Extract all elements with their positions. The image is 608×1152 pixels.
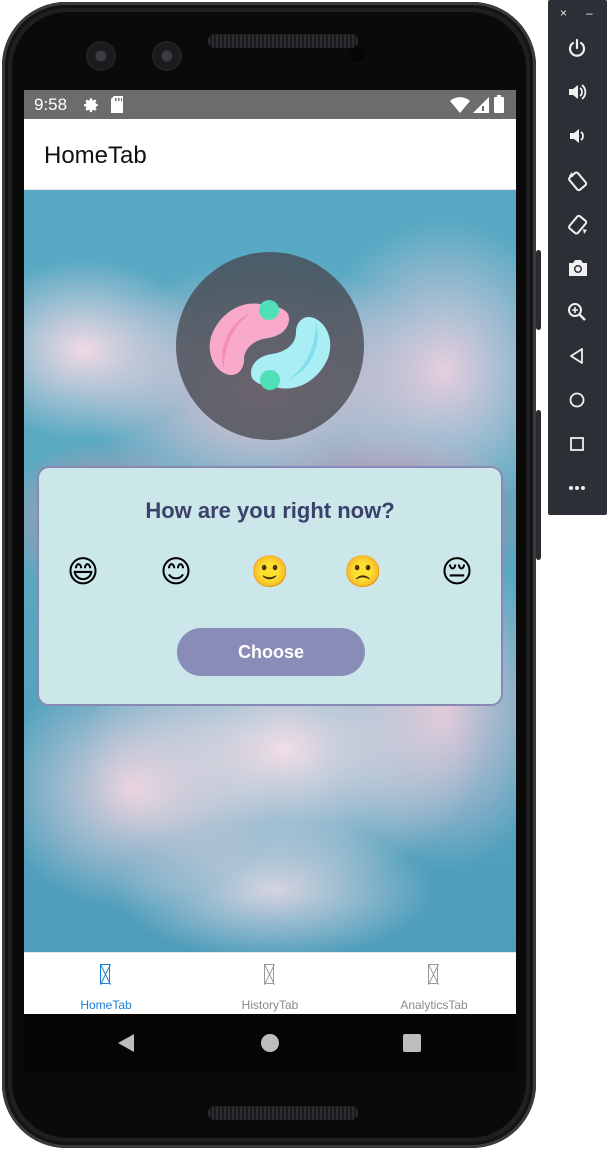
- volume-up-icon: [569, 84, 587, 100]
- mood-slightly-smiling-face[interactable]: 🙂: [250, 552, 290, 592]
- back-icon: [570, 348, 583, 364]
- rotate-right-button[interactable]: [548, 204, 607, 244]
- bottom-speaker: [208, 1106, 358, 1120]
- bottom-tab-bar: HomeTab HistoryTab AnalyticsTab: [24, 952, 516, 1014]
- missing-glyph-icon: [264, 964, 274, 984]
- emulator-more-button[interactable]: [548, 468, 607, 508]
- emulator-overview-button[interactable]: [548, 424, 607, 464]
- back-icon[interactable]: [116, 1033, 136, 1058]
- earpiece-speaker: [208, 34, 358, 48]
- zoom-button[interactable]: [548, 292, 607, 332]
- home-background: How are you right now? 😄 😊 🙂 🙁 😔 Choose: [24, 190, 516, 952]
- more-icon: [569, 486, 585, 490]
- app-logo: [176, 252, 364, 440]
- tab-history-label: HistoryTab: [241, 998, 299, 1012]
- sd-card-icon: [110, 96, 124, 118]
- mood-question: How are you right now?: [145, 498, 395, 523]
- zoom-icon: [568, 303, 586, 321]
- tab-history[interactable]: HistoryTab: [188, 953, 352, 1014]
- power-side-button: [536, 250, 541, 330]
- volume-down-button[interactable]: [548, 116, 607, 156]
- tab-home-label: HomeTab: [80, 998, 132, 1012]
- camera-icon: [569, 260, 587, 276]
- device-screen: 9:58 HomeTab How are you right now? 😄 😊 …: [24, 90, 516, 1014]
- mood-grinning-face[interactable]: 😄: [63, 552, 103, 592]
- mood-card: How are you right now? 😄 😊 🙂 🙁 😔 Choose: [37, 466, 503, 706]
- emulator-back-button[interactable]: [548, 336, 607, 376]
- battery-icon: [494, 95, 504, 118]
- emulator-toolbar: × –: [548, 0, 607, 515]
- page-title: HomeTab: [44, 142, 147, 169]
- rotate-right-icon: [568, 214, 588, 235]
- minimize-window-button[interactable]: –: [586, 6, 593, 20]
- choose-button[interactable]: Choose: [177, 628, 365, 676]
- mood-slightly-frowning-face[interactable]: 🙁: [343, 552, 383, 592]
- front-camera-right: [154, 43, 180, 69]
- signal-icon: [473, 97, 489, 118]
- power-button[interactable]: [548, 28, 607, 68]
- mood-pensive-face[interactable]: 😔: [437, 552, 477, 592]
- rotate-left-icon: [568, 171, 588, 192]
- volume-side-button: [536, 410, 541, 560]
- overview-icon: [570, 437, 584, 451]
- screenshot-button[interactable]: [548, 248, 607, 288]
- rotate-left-button[interactable]: [548, 160, 607, 200]
- gear-icon: [82, 96, 100, 119]
- mood-smiling-face[interactable]: 😊: [156, 552, 196, 592]
- proximity-sensor: [350, 48, 364, 62]
- volume-up-button[interactable]: [548, 72, 607, 112]
- tab-analytics-label: AnalyticsTab: [400, 998, 468, 1012]
- home-icon[interactable]: [260, 1033, 280, 1058]
- emulator-home-button[interactable]: [548, 380, 607, 420]
- home-icon: [569, 392, 585, 408]
- tab-home[interactable]: HomeTab: [24, 953, 188, 1014]
- status-time: 9:58: [34, 95, 68, 114]
- app-bar: HomeTab: [24, 119, 516, 190]
- power-icon: [568, 38, 586, 57]
- wifi-icon: [450, 97, 470, 118]
- system-navigation-bar: [24, 1014, 516, 1072]
- missing-glyph-icon: [428, 964, 438, 984]
- recents-icon[interactable]: [402, 1033, 422, 1058]
- yin-yang-logo-icon: [209, 300, 331, 390]
- volume-down-icon: [570, 129, 584, 143]
- close-window-button[interactable]: ×: [560, 6, 567, 20]
- front-camera-left: [88, 43, 114, 69]
- status-bar: 9:58: [24, 90, 516, 119]
- missing-glyph-icon: [100, 964, 110, 984]
- tab-analytics[interactable]: AnalyticsTab: [352, 953, 516, 1014]
